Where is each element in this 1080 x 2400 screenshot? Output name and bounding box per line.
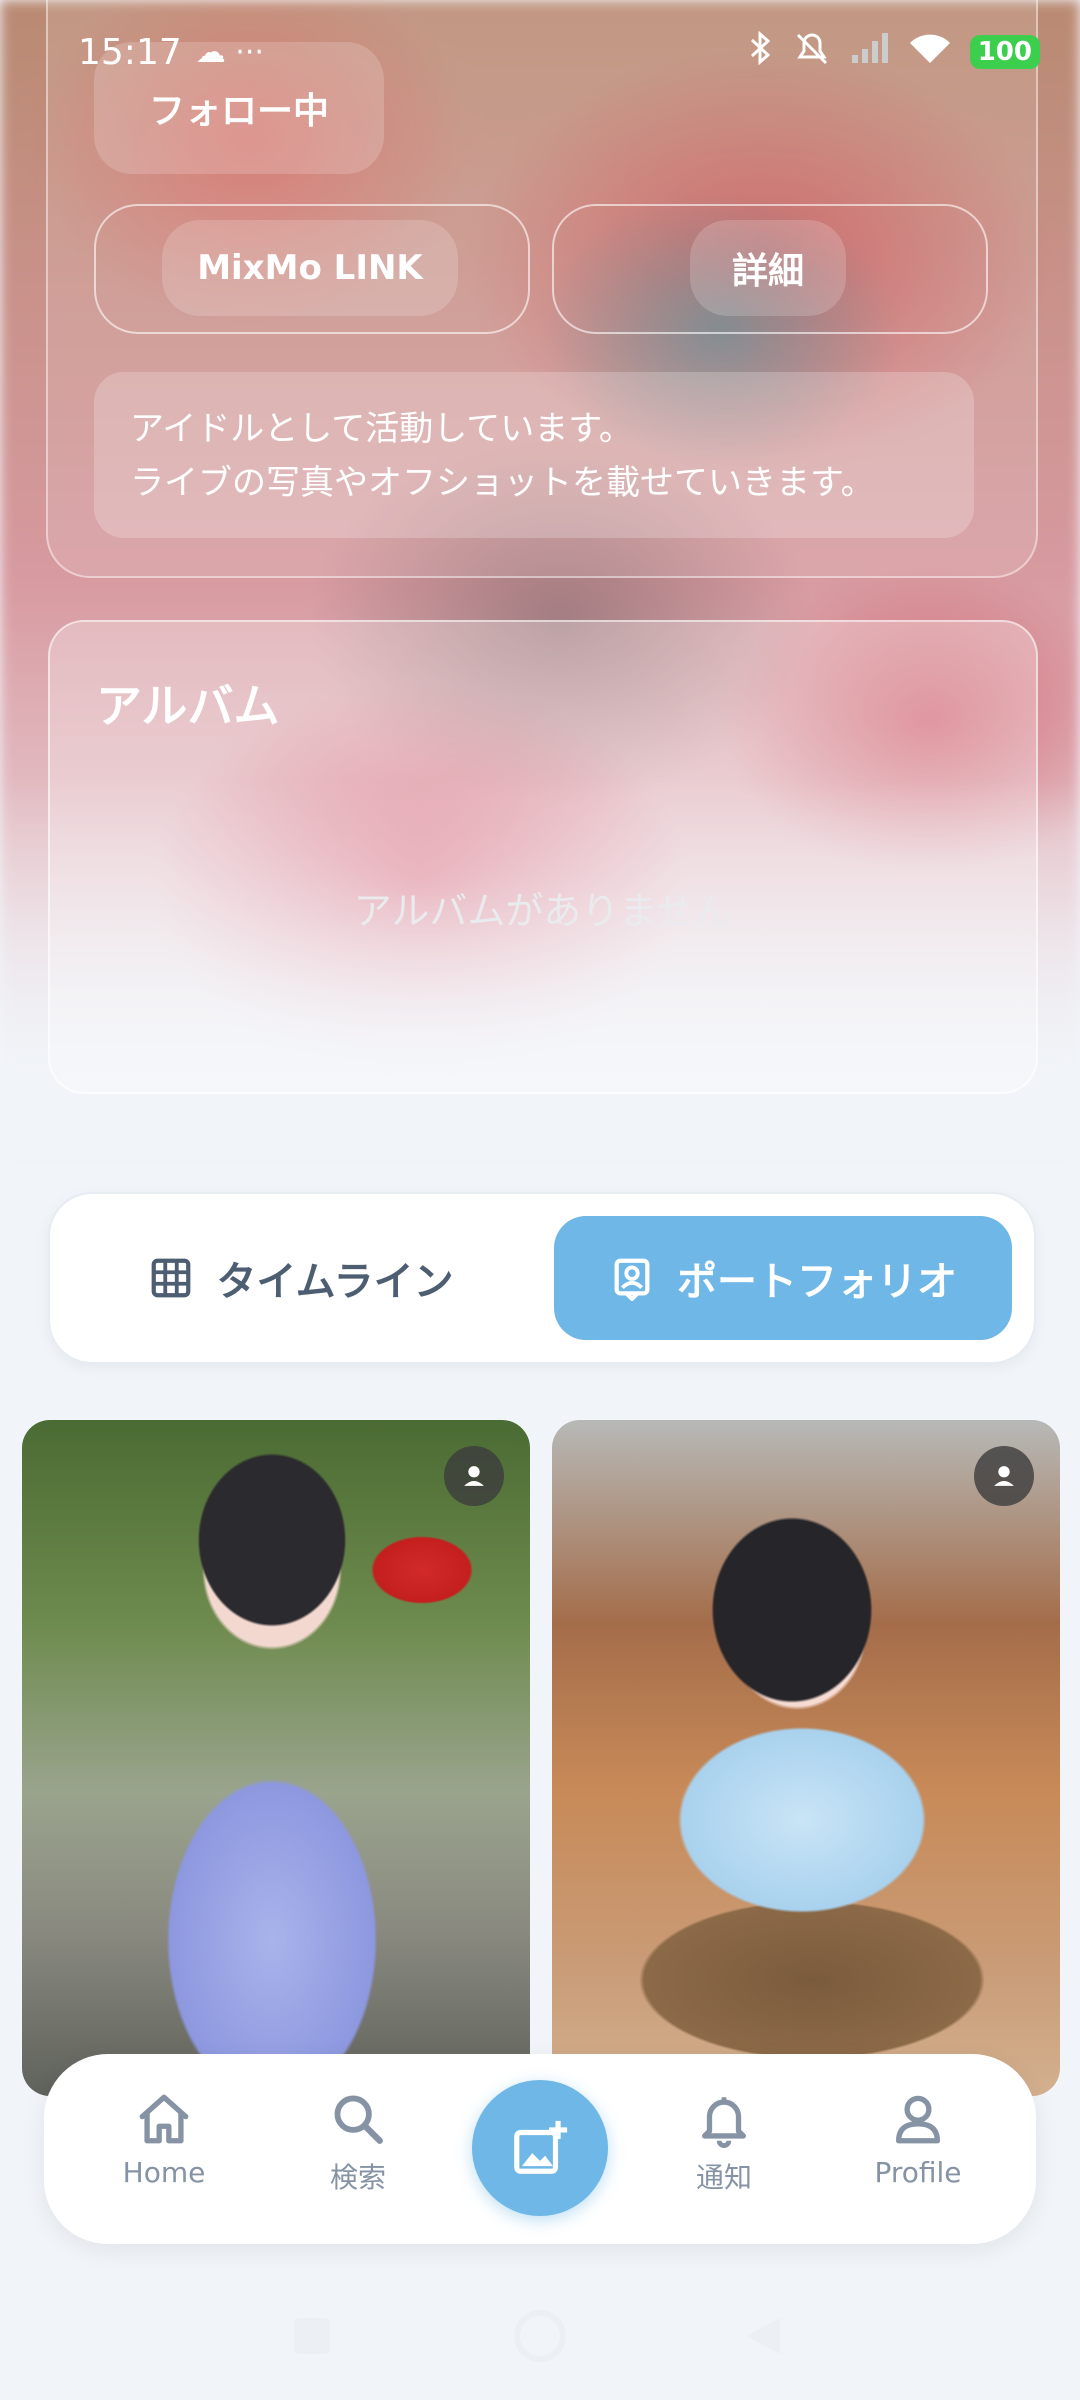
add-post-button[interactable] (472, 2080, 608, 2216)
battery-indicator: 100 (969, 35, 1040, 69)
back-icon[interactable] (740, 2314, 784, 2358)
nav-home[interactable]: Home (84, 2090, 244, 2189)
person-badge-icon (444, 1446, 504, 1506)
nav-notifications-label: 通知 (695, 2161, 752, 2194)
mute-icon (792, 31, 832, 73)
wifi-icon (908, 31, 952, 73)
bottom-navigation: Home 検索 通知 Profile (44, 2054, 1036, 2244)
status-time: 15:17 (78, 31, 182, 73)
bluetooth-icon (748, 30, 774, 73)
profile-bio: アイドルとして活動しています。 ライブの写真やオフショットを載せていきます。 (94, 372, 974, 538)
content-tab-bar: タイムライン ポートフォリオ (48, 1192, 1036, 1364)
nav-search-label: 検索 (329, 2161, 386, 2194)
status-bar: 15:17 ☁ ··· 100 (0, 0, 1080, 104)
nav-notifications[interactable]: 通知 (644, 2090, 804, 2196)
home-system-icon[interactable] (512, 2308, 568, 2364)
portfolio-post-2[interactable] (552, 1420, 1060, 2096)
nav-profile[interactable]: Profile (838, 2090, 998, 2189)
nav-search[interactable]: 検索 (278, 2090, 438, 2196)
tab-timeline-label: タイムライン (216, 1259, 454, 1305)
mixmo-link-button[interactable]: MixMo LINK (162, 220, 458, 316)
album-empty-message: アルバムがありません (353, 889, 733, 933)
person-badge-icon (974, 1446, 1034, 1506)
tab-timeline[interactable]: タイムライン (72, 1216, 530, 1340)
album-title: アルバム (96, 679, 280, 733)
bio-line-2: ライブの写真やオフショットを載せていきます。 (130, 463, 875, 503)
add-image-icon (514, 2120, 568, 2174)
tab-portfolio[interactable]: ポートフォリオ (554, 1216, 1012, 1340)
profile-icon (896, 2095, 940, 2144)
detail-button[interactable]: 詳細 (690, 220, 846, 316)
cloud-icon: ☁ ··· (195, 34, 264, 70)
recent-apps-icon[interactable] (290, 2314, 334, 2358)
mixmo-link-label: MixMo LINK (197, 248, 423, 288)
portfolio-icon (614, 1258, 650, 1301)
bell-icon (702, 2097, 746, 2148)
signal-icon (850, 31, 890, 73)
detail-button-label: 詳細 (731, 251, 804, 292)
tab-portfolio-label: ポートフォリオ (677, 1259, 957, 1305)
nav-profile-label: Profile (874, 2156, 962, 2189)
search-icon (334, 2095, 383, 2144)
grid-icon (152, 1258, 191, 1298)
nav-home-label: Home (122, 2156, 206, 2189)
system-navigation-bar (0, 2300, 1080, 2380)
home-icon (139, 2094, 189, 2144)
bio-line-1: アイドルとして活動しています。 (130, 409, 633, 449)
portfolio-post-1[interactable] (22, 1420, 530, 2096)
album-section: アルバム アルバムがありません (48, 620, 1038, 1094)
